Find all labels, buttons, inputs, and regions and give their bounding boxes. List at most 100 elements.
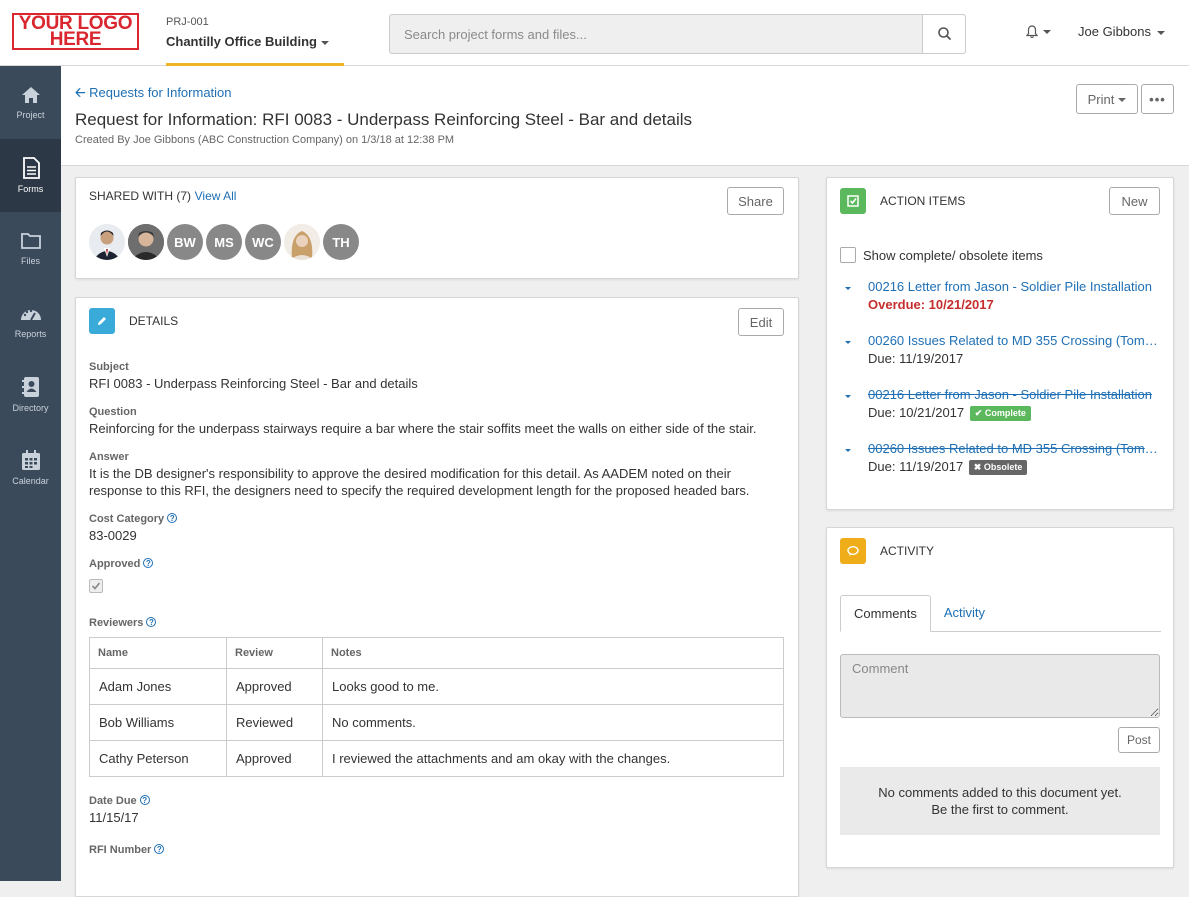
checkbox-icon	[840, 188, 866, 214]
sidebar-item-label: Directory	[12, 403, 49, 413]
avatar[interactable]	[89, 224, 125, 260]
cost-category-label: Cost Category	[89, 513, 165, 525]
reviewer-name: Cathy Peterson	[89, 740, 227, 777]
more-options-button[interactable]: •••	[1141, 84, 1174, 114]
avatar[interactable]	[128, 224, 164, 260]
action-item: 00260 Issues Related to MD 355 Crossing …	[845, 333, 1165, 387]
date-due-value: 11/15/17	[89, 810, 139, 825]
column-header: Name	[89, 637, 227, 669]
table-row: Adam Jones Approved Looks good to me.	[89, 668, 784, 705]
action-item-link[interactable]: 00260 Issues Related to MD 355 Crossing …	[868, 441, 1160, 456]
reviewer-review: Approved	[226, 668, 323, 705]
folder-icon	[20, 233, 41, 249]
help-icon[interactable]: ?	[143, 558, 154, 568]
notifications-button[interactable]	[1025, 24, 1051, 42]
caret-down-icon	[320, 40, 329, 45]
sidebar-item-label: Calendar	[12, 476, 49, 486]
expand-caret-icon[interactable]	[845, 341, 851, 344]
show-complete-toggle[interactable]: Show complete/ obsolete items	[840, 247, 1043, 263]
search-input[interactable]	[390, 15, 924, 53]
shared-with-card: SHARED WITH (7) View All Share BW MS WC …	[75, 177, 799, 279]
view-all-link[interactable]: View All	[195, 189, 237, 203]
user-name: Joe Gibbons	[1078, 24, 1151, 39]
avatar[interactable]	[284, 224, 320, 260]
action-items-card: ACTION ITEMS New Show complete/ obsolete…	[826, 177, 1174, 510]
tab-activity[interactable]: Activity	[931, 595, 998, 631]
activity-tabs: Comments Activity	[840, 595, 1161, 632]
avatar[interactable]: BW	[167, 224, 203, 260]
action-items-title: ACTION ITEMS	[880, 194, 966, 208]
expand-caret-icon[interactable]	[845, 287, 851, 290]
company-logo[interactable]: YOUR LOGO HERE	[12, 13, 139, 50]
approved-label: Approved	[89, 558, 141, 570]
sidebar-item-reports[interactable]: Reports	[0, 285, 61, 358]
sidebar-item-directory[interactable]: Directory	[0, 358, 61, 431]
details-body: Subject RFI 0083 - Underpass Reinforcing…	[89, 361, 785, 870]
project-selector[interactable]: PRJ-001 Chantilly Office Building	[166, 16, 344, 66]
table-header-row: Name Review Notes	[89, 637, 784, 669]
avatar[interactable]: WC	[245, 224, 281, 260]
answer-label: Answer	[89, 451, 129, 463]
search-button[interactable]	[922, 15, 965, 53]
reviewer-name: Bob Williams	[89, 704, 227, 741]
home-icon	[21, 87, 40, 103]
action-item: 00216 Letter from Jason - Soldier Pile I…	[845, 279, 1165, 333]
sidebar-item-label: Reports	[14, 329, 47, 339]
document-icon	[22, 157, 40, 179]
edit-button[interactable]: Edit	[738, 308, 784, 336]
sidebar-item-label: Forms	[17, 184, 44, 194]
help-icon[interactable]: ?	[167, 513, 178, 523]
tab-comments[interactable]: Comments	[840, 595, 931, 632]
status-badge: ✖ Obsolete	[968, 460, 1028, 475]
user-menu[interactable]: Joe Gibbons	[1078, 24, 1165, 39]
sidebar-item-forms[interactable]: Forms	[0, 139, 61, 212]
caret-down-icon	[1043, 30, 1051, 34]
subject-label: Subject	[89, 361, 129, 373]
avatar[interactable]: TH	[323, 224, 359, 260]
sidebar-item-project[interactable]: Project	[0, 66, 61, 139]
action-item: 00260 Issues Related to MD 355 Crossing …	[845, 441, 1165, 495]
help-icon[interactable]: ?	[154, 844, 165, 854]
person-photo	[128, 224, 164, 260]
subject-value: RFI 0083 - Underpass Reinforcing Steel -…	[89, 376, 418, 391]
reviewer-review: Reviewed	[226, 704, 323, 741]
shared-avatars: BW MS WC TH	[89, 224, 362, 260]
page-header: 🡠 Requests for Information Request for I…	[61, 66, 1189, 166]
calendar-icon	[21, 450, 40, 470]
check-icon: ✔	[974, 408, 983, 418]
reviewer-notes: Looks good to me.	[322, 668, 784, 705]
action-item-due: Due: 10/21/2017	[868, 405, 965, 420]
rfi-number-label: RFI Number	[89, 844, 152, 856]
table-row: Bob Williams Reviewed No comments.	[89, 704, 784, 741]
avatar[interactable]: MS	[206, 224, 242, 260]
action-item-link[interactable]: 00216 Letter from Jason - Soldier Pile I…	[868, 279, 1160, 294]
person-photo	[89, 224, 125, 260]
activity-card: ACTIVITY Comments Activity Post No comme…	[826, 527, 1174, 868]
post-button[interactable]: Post	[1118, 727, 1160, 753]
expand-caret-icon[interactable]	[845, 449, 851, 452]
expand-caret-icon[interactable]	[845, 395, 851, 398]
sidebar-item-calendar[interactable]: Calendar	[0, 431, 61, 504]
new-action-item-button[interactable]: New	[1109, 187, 1160, 215]
sidebar-item-files[interactable]: Files	[0, 212, 61, 285]
shared-with-title: SHARED WITH (7)	[89, 189, 191, 203]
column-header: Review	[226, 637, 323, 669]
action-items-list: 00216 Letter from Jason - Soldier Pile I…	[845, 279, 1165, 495]
action-item-link[interactable]: 00260 Issues Related to MD 355 Crossing …	[868, 333, 1160, 348]
comment-input[interactable]	[840, 654, 1160, 718]
show-complete-checkbox[interactable]	[840, 247, 856, 263]
action-item-link[interactable]: 00216 Letter from Jason - Soldier Pile I…	[868, 387, 1160, 402]
project-name: Chantilly Office Building	[166, 34, 317, 49]
action-item: 00216 Letter from Jason - Soldier Pile I…	[845, 387, 1165, 441]
reviewer-review: Approved	[226, 740, 323, 777]
print-button[interactable]: Print	[1076, 84, 1138, 114]
empty-comments-message: No comments added to this document yet. …	[840, 767, 1160, 835]
help-icon[interactable]: ?	[139, 795, 150, 805]
activity-title: ACTIVITY	[880, 544, 935, 558]
back-link[interactable]: 🡠 Requests for Information	[75, 84, 232, 106]
reviewer-name: Adam Jones	[89, 668, 227, 705]
reviewer-notes: No comments.	[322, 704, 784, 741]
arrow-left-icon: 🡠	[75, 85, 86, 100]
share-button[interactable]: Share	[727, 187, 784, 215]
help-icon[interactable]: ?	[146, 617, 157, 627]
